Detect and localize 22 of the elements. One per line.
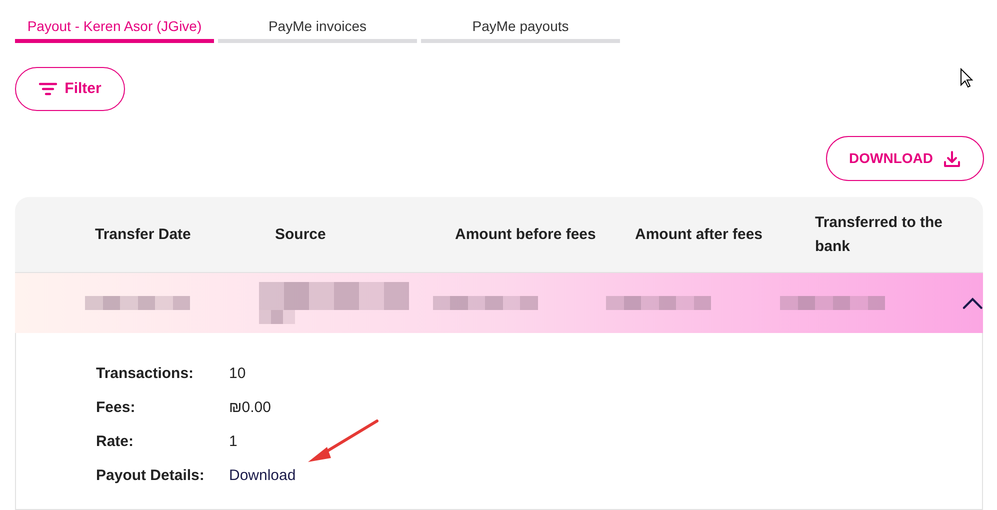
detail-label: Rate:: [96, 432, 135, 452]
cursor-icon: [960, 68, 974, 88]
download-link[interactable]: Download: [229, 465, 296, 486]
filter-icon: [38, 82, 57, 96]
filter-button[interactable]: Filter: [15, 67, 125, 111]
column-header: Amount after fees: [635, 224, 764, 244]
detail-value: 10: [229, 364, 246, 384]
detail-label: Payout Details:: [96, 466, 206, 486]
download-icon: [943, 150, 961, 168]
detail-value: 1: [229, 432, 238, 452]
column-header: Transferred to the bank: [815, 212, 944, 256]
download-button[interactable]: DOWNLOAD: [826, 136, 984, 181]
chevron-icon[interactable]: [962, 296, 983, 310]
tab[interactable]: PayMe invoices: [218, 14, 417, 43]
column-header: Transfer Date: [95, 224, 192, 244]
tab[interactable]: PayMe payouts: [421, 14, 620, 43]
detail-label: Transactions:: [96, 364, 195, 384]
column-header: Amount before fees: [455, 224, 597, 244]
column-header: Source: [275, 224, 327, 244]
detail-label: Fees:: [96, 398, 136, 418]
detail-value: ₪0.00: [229, 398, 271, 418]
tab[interactable]: Payout - Keren Asor (JGive): [15, 14, 214, 43]
